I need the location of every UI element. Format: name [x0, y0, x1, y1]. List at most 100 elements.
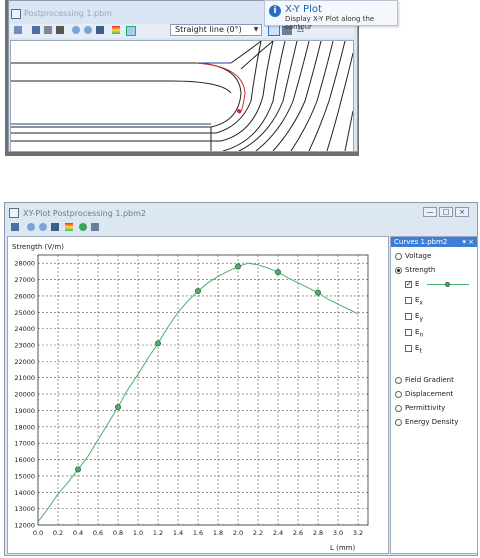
tooltip-description: Display X-Y Plot along the contour	[285, 15, 375, 31]
xy-plot-tooltip: i X-Y Plot Display X-Y Plot along the co…	[264, 0, 398, 31]
radio-voltage[interactable]	[395, 253, 402, 260]
x-tick-label: 1.4	[173, 529, 183, 537]
export-table-icon[interactable]	[89, 221, 101, 233]
component-checkbox[interactable]	[405, 297, 412, 304]
x-tick-label: 3.0	[333, 529, 343, 537]
xy-plot-toolbar	[7, 221, 475, 235]
x-tick-label: 2.6	[293, 529, 303, 537]
strength-chart: 0.0 0.2 0.4 0.6 0.8 1.0 1.2 1.4 1.6 1.8 2.0 2.2 2.4 2…	[12, 243, 369, 552]
series-marker	[115, 404, 122, 411]
contour-type-dropdown[interactable]: Straight line (0°) ▼	[170, 24, 262, 36]
x-tick-label: 0.4	[73, 529, 83, 537]
option-label: Displacement	[405, 390, 454, 398]
close-button[interactable]: ×	[455, 207, 469, 217]
y-tick-label: 20000	[14, 391, 35, 399]
component-label: Ey	[415, 312, 423, 323]
document-icon	[11, 9, 21, 19]
chevron-down-icon: ▼	[253, 26, 259, 33]
option-label: Energy Density	[405, 418, 459, 426]
series-marker	[314, 289, 321, 296]
component-label: Et	[415, 344, 422, 355]
y-tick-label: 14000	[14, 489, 35, 497]
component-label: E	[415, 280, 420, 288]
table-icon[interactable]	[30, 24, 42, 36]
series-marker	[154, 340, 161, 347]
curves-panel-title: Curves 1.pbm2	[394, 238, 448, 246]
y-tick-label: 21000	[14, 374, 35, 382]
curves-panel: Curves 1.pbm2 ▾ × Voltage Strength Field G…	[390, 236, 478, 554]
y-tick-label: 16000	[14, 456, 35, 464]
x-tick-label: 0.2	[53, 529, 63, 537]
option-label: Voltage	[405, 252, 432, 260]
component-label: En	[415, 328, 424, 339]
maximize-button[interactable]: □	[439, 207, 453, 217]
radio-displacement[interactable]	[395, 391, 402, 398]
series-swatch-marker	[445, 282, 450, 287]
x-tick-label: 2.8	[313, 529, 323, 537]
component-checkbox[interactable]	[405, 345, 412, 352]
color-legend-icon[interactable]	[63, 221, 75, 233]
series-marker	[274, 269, 281, 276]
window-title: Postprocessing 1.pbm	[24, 9, 112, 18]
x-tick-label: 1.0	[133, 529, 143, 537]
x-tick-label: 2.2	[253, 529, 263, 537]
radio-field-gradient[interactable]	[395, 377, 402, 384]
xy-chart-area[interactable]: 0.0 0.2 0.4 0.6 0.8 1.0 1.2 1.4 1.6 1.8 2.0 2.2 2.4 2…	[7, 236, 389, 554]
xy-plot-window[interactable]: XY-Plot Postprocessing 1.pbm2 — □ × 0.0 0…	[4, 202, 478, 556]
x-tick-label: 3.2	[353, 529, 363, 537]
y-tick-label: 18000	[14, 423, 35, 431]
zoom-out-icon[interactable]	[37, 221, 49, 233]
radio-strength[interactable]	[395, 267, 402, 274]
radio-energy-density[interactable]	[395, 419, 402, 426]
option-label: Permittivity	[405, 404, 446, 412]
window-list-icon[interactable]	[9, 221, 21, 233]
copy-icon[interactable]	[42, 24, 54, 36]
component-checkbox[interactable]	[405, 329, 412, 336]
contour-icon[interactable]	[124, 24, 136, 36]
y-tick-label: 19000	[14, 407, 35, 415]
radio-permittivity[interactable]	[395, 405, 402, 412]
y-tick-label: 15000	[14, 472, 35, 480]
series-marker	[194, 288, 201, 295]
minimize-button[interactable]: —	[423, 207, 437, 217]
curves-panel-header: Curves 1.pbm2 ▾ ×	[391, 237, 477, 247]
x-tick-label: 2.0	[233, 529, 243, 537]
zoom-in-icon[interactable]	[70, 24, 82, 36]
component-label: Ex	[415, 296, 423, 307]
zoom-in-icon[interactable]	[25, 221, 37, 233]
x-axis-label: L (mm)	[330, 544, 355, 552]
field-lines-drawing	[11, 40, 354, 152]
y-tick-label: 17000	[14, 440, 35, 448]
contour-type-value: Straight line (0°)	[175, 25, 242, 34]
xy-plot-window-icon	[9, 208, 19, 218]
y-tick-label: 12000	[14, 522, 35, 530]
x-tick-label: 0.8	[113, 529, 123, 537]
option-label: Strength	[405, 266, 436, 274]
component-checkbox[interactable]	[405, 313, 412, 320]
x-tick-label: 1.8	[213, 529, 223, 537]
series-marker	[234, 263, 241, 270]
xy-window-title: XY-Plot Postprocessing 1.pbm2	[23, 209, 146, 218]
y-tick-label: 13000	[14, 505, 35, 513]
zoom-fit-icon[interactable]	[49, 221, 61, 233]
y-tick-label: 25000	[14, 309, 35, 317]
x-tick-label: 1.2	[153, 529, 163, 537]
color-map-icon[interactable]	[110, 24, 122, 36]
zoom-out-icon[interactable]	[82, 24, 94, 36]
y-tick-label: 24000	[14, 325, 35, 333]
panel-controls-icon[interactable]: ▾ ×	[462, 237, 474, 247]
component-checkbox[interactable]: ✓	[405, 281, 412, 288]
y-tick-label: 27000	[14, 276, 35, 284]
refresh-icon[interactable]	[77, 221, 89, 233]
zoom-fit-icon[interactable]	[94, 24, 106, 36]
field-picture-view[interactable]	[10, 40, 354, 152]
chart-tick-labels: 0.0 0.2 0.4 0.6 0.8 1.0 1.2 1.4 1.6 1.8 2.0 2.2 2.4 2…	[14, 260, 363, 537]
info-icon: i	[269, 5, 281, 17]
tooltip-title: X-Y Plot	[285, 4, 322, 15]
window-icon[interactable]	[12, 24, 24, 36]
integral-icon[interactable]	[54, 24, 66, 36]
series-marker	[75, 466, 82, 473]
x-tick-label: 0.0	[33, 529, 43, 537]
option-label: Field Gradient	[405, 376, 454, 384]
y-tick-label: 22000	[14, 358, 35, 366]
